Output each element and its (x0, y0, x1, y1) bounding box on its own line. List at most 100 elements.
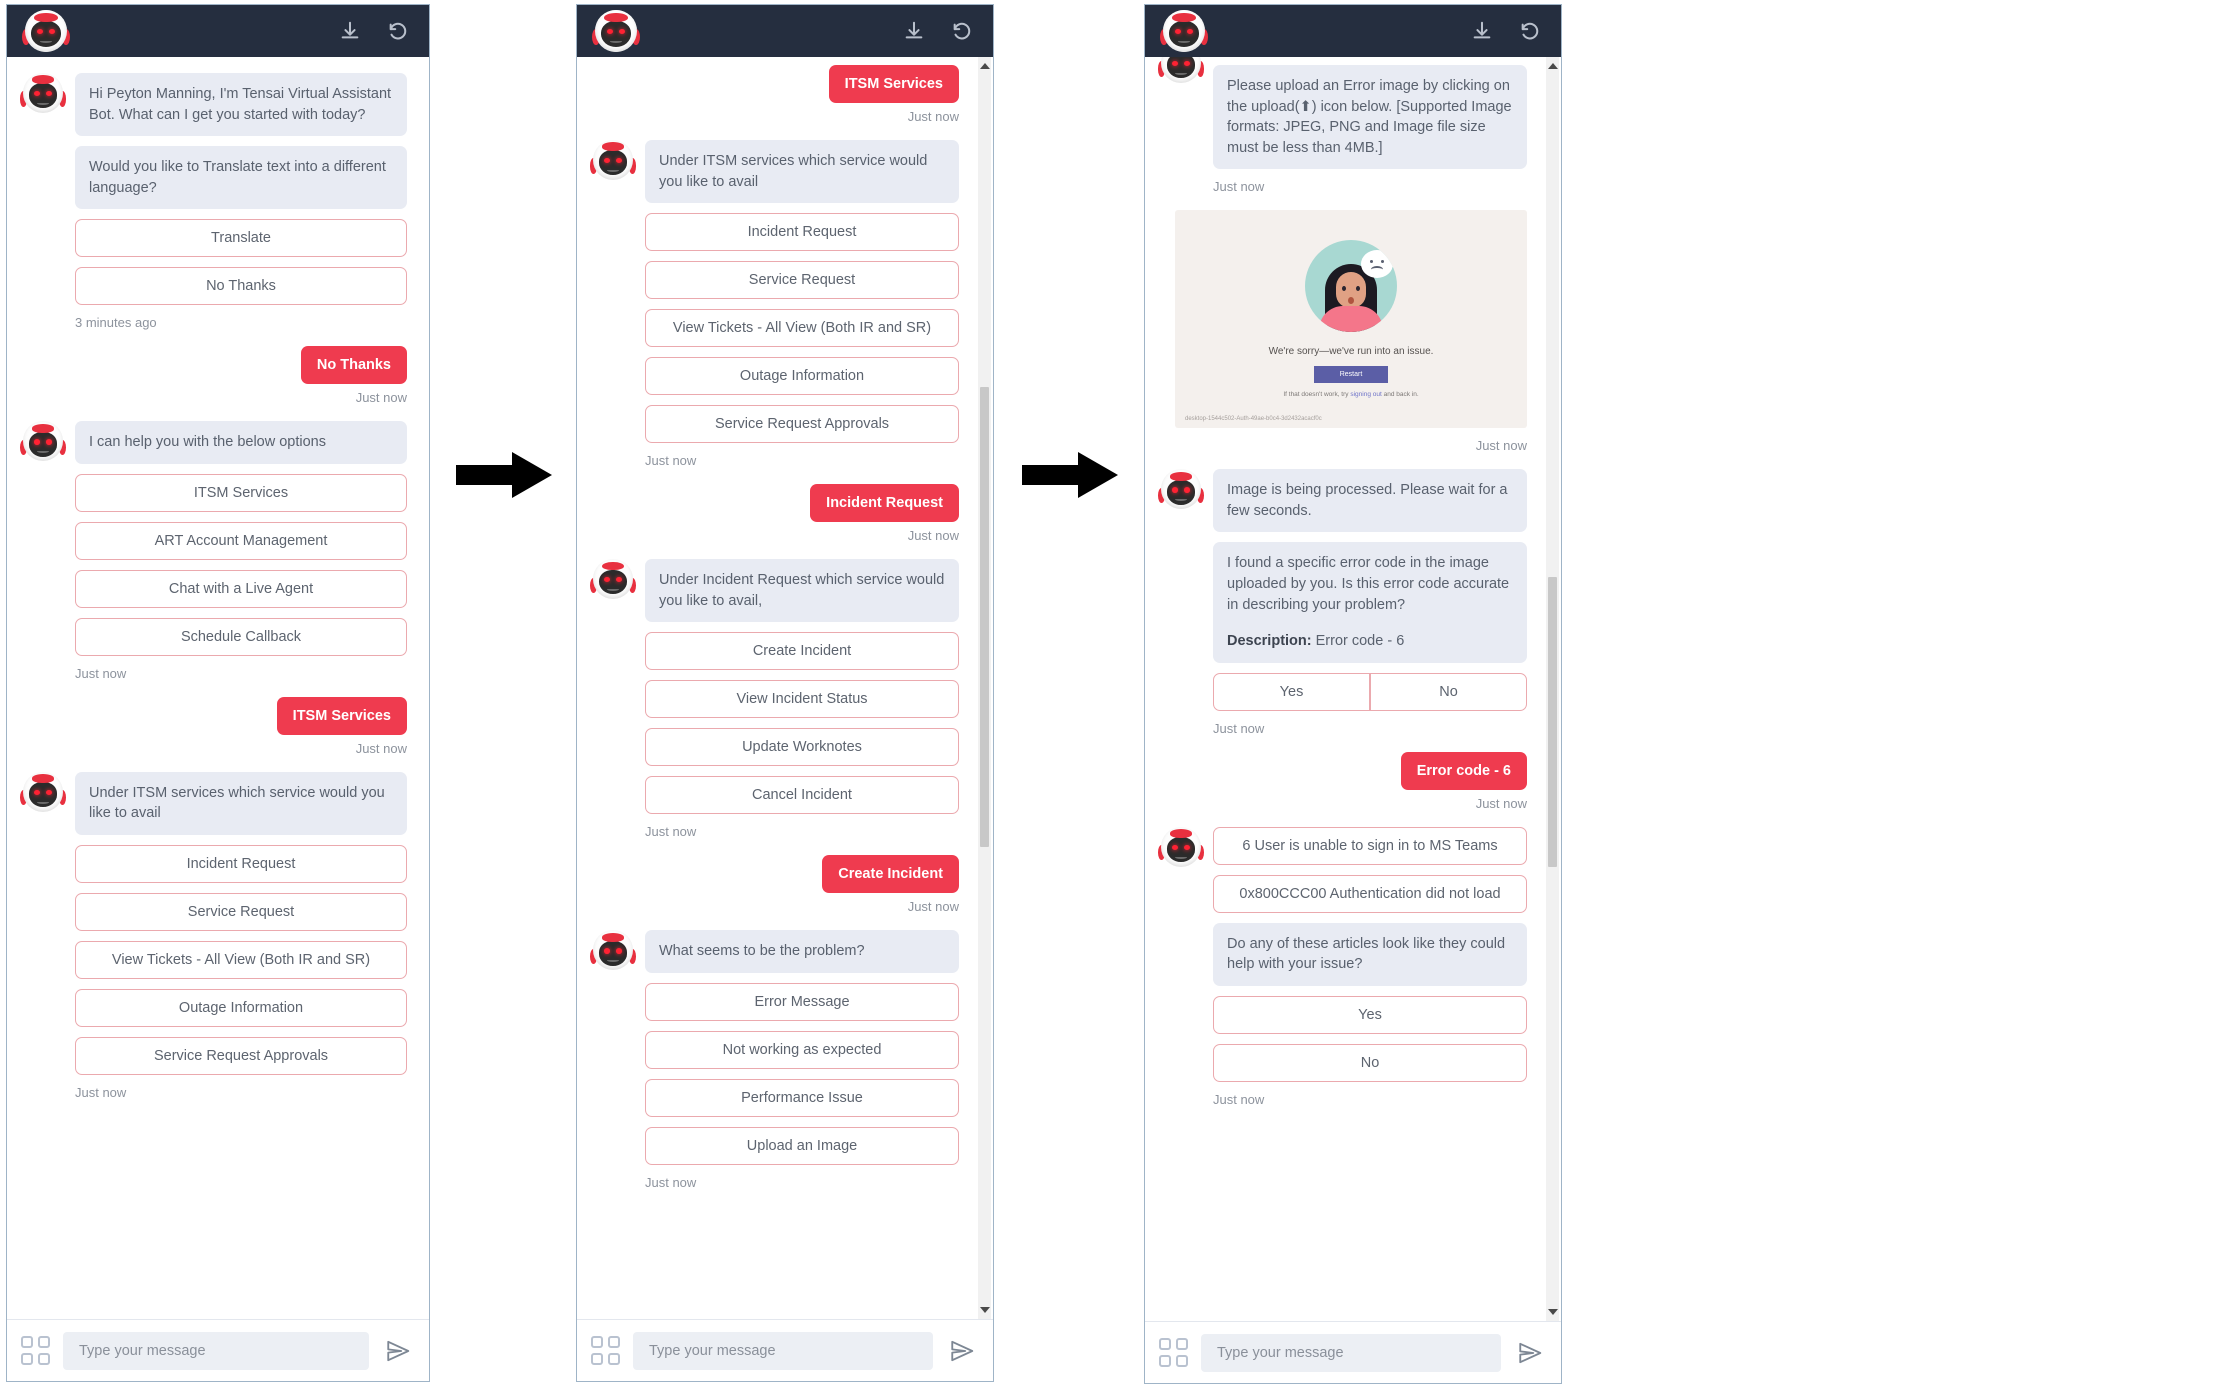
timestamp: Just now (75, 1085, 127, 1101)
option-view-tickets[interactable]: View Tickets - All View (Both IR and SR) (75, 941, 407, 980)
panel-2-header (577, 5, 993, 57)
screenshot-root: Hi Peyton Manning, I'm Tensai Virtual As… (0, 0, 2231, 1391)
user-message: Error code - 6 (1400, 751, 1527, 790)
bot-avatar-icon (20, 73, 67, 117)
bot-avatar-icon (1158, 826, 1205, 871)
grid-apps-icon[interactable] (1159, 1337, 1189, 1368)
reset-icon[interactable] (949, 18, 975, 44)
scrollbar-thumb[interactable] (980, 387, 989, 847)
message-input[interactable] (63, 1331, 369, 1370)
option-not-working-as-expected[interactable]: Not working as expected (645, 1030, 959, 1069)
option-art-account-management[interactable]: ART Account Management (75, 521, 407, 560)
option-no[interactable]: No (1370, 672, 1527, 711)
flow-arrow-2 (1022, 452, 1118, 498)
bot-message: What seems to be the problem? (645, 930, 959, 973)
restart-button[interactable]: Restart (1314, 366, 1388, 384)
bot-message: Under Incident Request which service wou… (645, 559, 959, 623)
option-no-thanks[interactable]: No Thanks (75, 267, 407, 306)
send-icon[interactable] (1513, 1336, 1547, 1370)
scrollbar-thumb[interactable] (1548, 577, 1557, 867)
scroll-up-icon[interactable] (979, 63, 990, 69)
description-label: Description: (1227, 633, 1312, 650)
panel-2-input-bar (577, 1319, 993, 1381)
option-view-incident-status[interactable]: View Incident Status (645, 680, 959, 719)
reset-icon[interactable] (385, 18, 411, 44)
article-option-2[interactable]: 0x800CCC00 Authentication did not load (1213, 874, 1527, 913)
timestamp: Just now (75, 665, 127, 681)
grid-apps-icon[interactable] (21, 1335, 51, 1366)
user-message: No Thanks (300, 346, 407, 385)
signing-out-link[interactable]: signing out (1350, 391, 1381, 398)
bot-turn: Under ITSM services which service would … (590, 140, 959, 468)
option-incident-request[interactable]: Incident Request (75, 845, 407, 884)
chat-panel-1: Hi Peyton Manning, I'm Tensai Virtual As… (6, 4, 430, 1382)
description-value: Error code - 6 (1311, 633, 1405, 650)
yes-no-option-row: Yes No (1213, 672, 1527, 711)
panel-2-scrollbar[interactable] (978, 57, 991, 1319)
bot-avatar-icon (1160, 10, 1208, 52)
option-chat-live-agent[interactable]: Chat with a Live Agent (75, 569, 407, 608)
uploaded-error-screenshot[interactable]: We're sorry—we've run into an issue. Res… (1175, 210, 1527, 429)
timestamp: Just now (1213, 720, 1265, 736)
user-message: ITSM Services (276, 696, 407, 735)
send-icon[interactable] (381, 1334, 415, 1368)
panel-2-header-brand (592, 10, 640, 52)
reset-icon[interactable] (1517, 18, 1543, 44)
option-create-incident[interactable]: Create Incident (645, 632, 959, 671)
bot-message-error-code: I found a specific error code in the ima… (1213, 542, 1527, 663)
panel-3-chat-body[interactable]: Please upload an Error image by clicking… (1145, 57, 1561, 1321)
panel-1-header (7, 5, 429, 57)
bot-message: Hi Peyton Manning, I'm Tensai Virtual As… (75, 73, 407, 137)
error-hint-suffix: and back in. (1381, 391, 1419, 399)
grid-apps-icon[interactable] (591, 1335, 621, 1366)
timestamp: Just now (907, 109, 959, 124)
download-icon[interactable] (901, 18, 927, 44)
option-yes[interactable]: Yes (1213, 672, 1370, 711)
option-itsm-services[interactable]: ITSM Services (75, 473, 407, 512)
send-icon[interactable] (945, 1334, 979, 1368)
timestamp: 3 minutes ago (75, 315, 157, 331)
panel-2-chat-body[interactable]: ITSM Services Just now Under ITSM servic… (577, 57, 993, 1319)
option-cancel-incident[interactable]: Cancel Incident (645, 776, 959, 815)
bot-turn: I can help you with the below options IT… (20, 421, 407, 681)
panel-2-header-actions (901, 18, 975, 44)
error-code-question: I found a specific error code in the ima… (1227, 555, 1510, 613)
message-input[interactable] (633, 1331, 933, 1370)
option-service-request-approvals[interactable]: Service Request Approvals (645, 405, 959, 444)
scroll-down-icon[interactable] (979, 1307, 990, 1313)
bot-message: Under ITSM services which service would … (75, 771, 407, 836)
option-service-request[interactable]: Service Request (75, 893, 407, 932)
timestamp: Just now (907, 528, 959, 544)
option-articles-yes[interactable]: Yes (1213, 995, 1527, 1034)
download-icon[interactable] (1469, 18, 1495, 44)
option-incident-request[interactable]: Incident Request (645, 213, 959, 252)
option-schedule-callback[interactable]: Schedule Callback (75, 617, 407, 656)
panel-3-header-brand (1160, 10, 1208, 52)
bot-avatar-icon (590, 559, 637, 603)
option-service-request[interactable]: Service Request (645, 261, 959, 300)
error-hint: If that doesn't work, try signing out an… (1175, 391, 1527, 398)
article-option-1[interactable]: 6 User is unable to sign in to MS Teams (1213, 826, 1527, 865)
timestamp: Just now (1475, 795, 1527, 811)
scroll-up-icon[interactable] (1547, 63, 1558, 69)
bot-turn: 6 User is unable to sign in to MS Teams … (1158, 826, 1527, 1107)
option-error-message[interactable]: Error Message (645, 982, 959, 1021)
error-footer-id: desktop-1544c502-Auth-49ae-b0c4-3d2432ac… (1185, 416, 1322, 423)
option-upload-an-image[interactable]: Upload an Image (645, 1126, 959, 1165)
bot-avatar-icon (590, 930, 637, 974)
option-performance-issue[interactable]: Performance Issue (645, 1078, 959, 1117)
download-icon[interactable] (337, 18, 363, 44)
message-input[interactable] (1201, 1333, 1501, 1372)
option-update-worknotes[interactable]: Update Worknotes (645, 728, 959, 767)
option-service-request-approvals[interactable]: Service Request Approvals (75, 1037, 407, 1076)
option-view-tickets[interactable]: View Tickets - All View (Both IR and SR) (645, 309, 959, 348)
panel-3-scrollbar[interactable] (1546, 57, 1559, 1321)
panel-1-chat-body[interactable]: Hi Peyton Manning, I'm Tensai Virtual As… (7, 57, 429, 1319)
option-outage-information[interactable]: Outage Information (645, 357, 959, 396)
user-turn: No Thanks (23, 346, 407, 385)
bot-message: Under ITSM services which service would … (645, 140, 959, 204)
option-translate[interactable]: Translate (75, 219, 407, 258)
option-articles-no[interactable]: No (1213, 1043, 1527, 1082)
option-outage-information[interactable]: Outage Information (75, 989, 407, 1028)
scroll-down-icon[interactable] (1547, 1309, 1558, 1315)
